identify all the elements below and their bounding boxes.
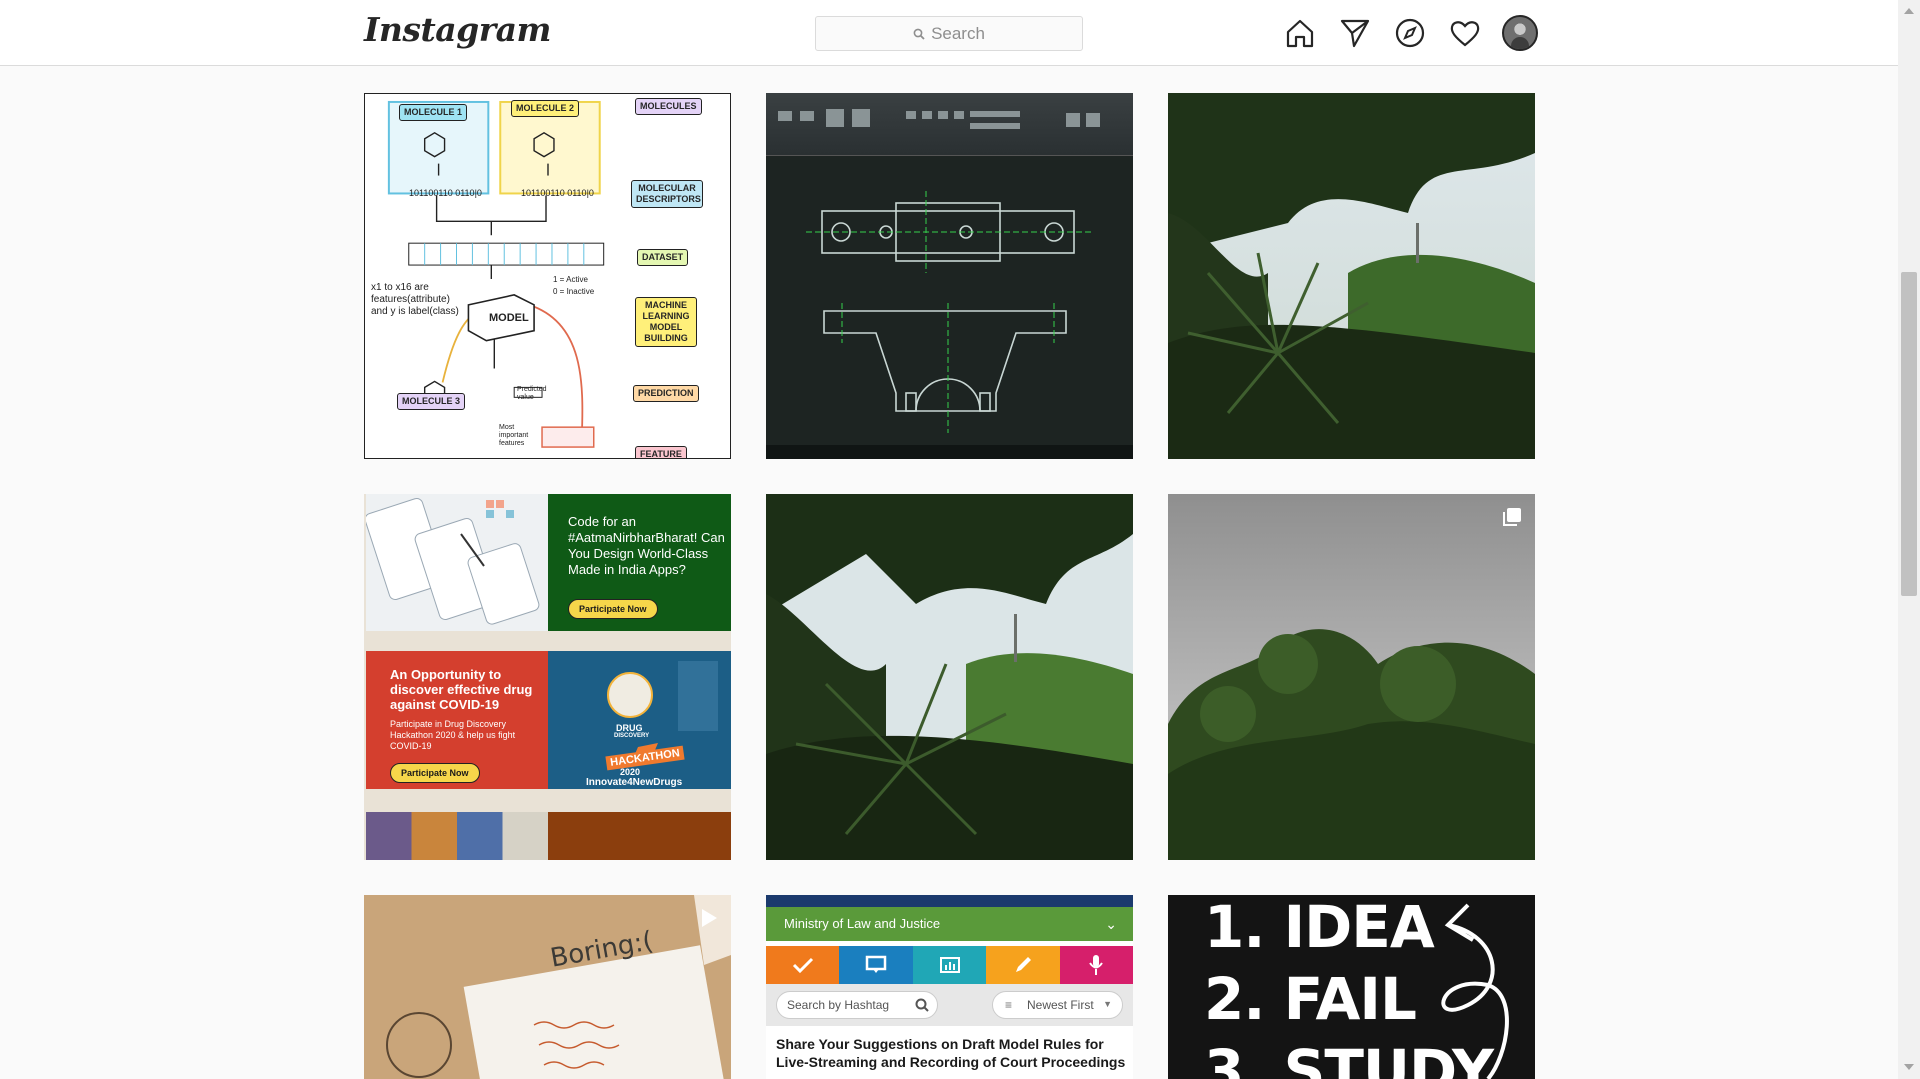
ad-participate-button-top[interactable]: Participate Now — [568, 599, 658, 619]
ad-red-panel: An Opportunity to discover effective dru… — [366, 651, 548, 789]
active-note: 1 = Active 0 = Inactive — [553, 275, 595, 296]
activity-heart-icon[interactable] — [1449, 17, 1481, 49]
home-icon[interactable] — [1284, 17, 1316, 49]
post-tile-cad-drawing[interactable] — [766, 93, 1133, 459]
carousel-multiple-icon — [1503, 508, 1521, 526]
sort-lines-icon: ≡ — [1005, 998, 1013, 1012]
top-navigation-bar: Instagram Search — [0, 0, 1898, 66]
features-note: x1 to x16 are features(attribute) and y … — [371, 282, 459, 317]
search-placeholder: Search — [931, 23, 985, 43]
portal-post-title: Share Your Suggestions on Draft Model Ru… — [776, 1036, 1126, 1070]
post-tile-palm-trees-2[interactable] — [766, 494, 1133, 860]
ad-design-photo — [364, 494, 548, 631]
video-play-icon — [702, 909, 717, 927]
label-molecules: MOLECULES — [635, 98, 702, 115]
ad-participate-button-bottom[interactable]: Participate Now — [390, 763, 480, 783]
label-model: MODEL — [489, 312, 529, 324]
post-tile-palm-trees[interactable] — [1168, 93, 1535, 459]
tab-mic-icon — [1059, 946, 1133, 984]
post-tile-hackathon-ad[interactable]: Code for an #AatmaNirbharBharat! Can You… — [364, 494, 731, 860]
bit-string-2: 101100110 0110|0 — [521, 188, 594, 198]
hashtag-search-placeholder: Search by Hashtag — [787, 998, 890, 1012]
direct-message-icon[interactable] — [1339, 17, 1371, 49]
tab-chart-icon — [912, 946, 987, 984]
explore-compass-icon[interactable] — [1394, 17, 1426, 49]
search-icon — [915, 998, 929, 1012]
hashtag-search-input[interactable]: Search by Hashtag — [776, 991, 938, 1019]
tab-pencil-icon — [986, 946, 1060, 984]
label-molecule-3: MOLECULE 3 — [397, 393, 466, 410]
ad-blue-panel: DRUG DISCOVERY HACKATHON 2020 Innovate4N… — [548, 651, 731, 789]
search-input[interactable]: Search — [815, 16, 1083, 51]
palm-trees-photo — [1168, 93, 1535, 459]
post-tile-idea-fail-study[interactable]: 1. IDEA 2. FAIL 3. STUDY — [1168, 895, 1535, 1079]
label-feature: FEATURE — [635, 446, 687, 458]
label-ml-model-building: MACHINE LEARNING MODEL BUILDING — [635, 297, 697, 347]
post-tile-cloudy-trees[interactable] — [1168, 494, 1535, 860]
ad-drug-label: DRUG — [616, 723, 643, 733]
label-molecule-2: MOLECULE 2 — [511, 100, 580, 117]
post-tile-handwriting-video[interactable]: Boring:( — [364, 895, 731, 1079]
ad-bottom-headline: An Opportunity to discover effective dru… — [390, 667, 533, 712]
portal-tab-strip — [766, 946, 1133, 984]
bit-string-1: 101100110 0110|0 — [409, 188, 482, 198]
caret-down-icon: ▼ — [1103, 999, 1112, 1009]
label-dataset: DATASET — [637, 249, 689, 266]
instagram-logo[interactable]: Instagram — [364, 10, 551, 49]
post-tile-gov-portal[interactable]: Ministry of Law and Justice ⌄ Search by … — [766, 895, 1133, 1079]
portal-top-strip — [766, 895, 1133, 907]
ad-top-headline: Code for an #AatmaNirbharBharat! Can You… — [568, 514, 725, 577]
predicted-value-note: Predicted value — [517, 386, 547, 401]
ministry-band: Ministry of Law and Justice ⌄ — [766, 907, 1133, 941]
ministry-name: Ministry of Law and Justice — [784, 916, 941, 931]
ad-tagline: Innovate4NewDrugs — [586, 777, 683, 788]
cad-drawing-art — [778, 109, 1100, 433]
cad-command-line — [766, 445, 1133, 459]
sort-dropdown[interactable]: ≡ Newest First ▼ — [992, 991, 1123, 1019]
palm-trees-2-photo — [766, 494, 1133, 860]
scroll-down-arrow-icon[interactable] — [1904, 1064, 1914, 1070]
page-scrollbar[interactable] — [1898, 0, 1920, 1079]
ad-photo-strip — [366, 812, 548, 860]
chevron-down-icon: ⌄ — [1105, 916, 1117, 932]
scrollbar-thumb[interactable] — [1901, 272, 1917, 596]
important-features-note: Most important features — [499, 424, 529, 447]
sort-selected-value: Newest First — [1027, 998, 1094, 1012]
tab-discussion-icon — [839, 946, 913, 984]
post-tile-ml-infographic[interactable]: MOLECULE 1 MOLECULE 2 101100110 0110|0 1… — [364, 93, 731, 459]
ad-green-panel: Code for an #AatmaNirbharBharat! Can You… — [548, 494, 731, 631]
ad-discovery-label: DISCOVERY — [614, 733, 650, 739]
cloudy-trees-photo — [1168, 494, 1535, 860]
ad-year-label: 2020 — [620, 767, 641, 777]
scroll-up-arrow-icon[interactable] — [1904, 8, 1914, 14]
label-molecular-descriptors: MOLECULAR DESCRIPTORS — [631, 180, 703, 208]
loop-arrow-graphic — [1441, 903, 1509, 1079]
handwriting-photo — [364, 895, 731, 1079]
label-molecule-1: MOLECULE 1 — [399, 104, 468, 121]
profile-avatar[interactable] — [1502, 15, 1538, 51]
search-icon — [913, 28, 925, 40]
ad-bottom-subtext: Participate in Drug Discovery Hackathon … — [390, 719, 516, 751]
label-prediction: PREDICTION — [633, 385, 699, 402]
tab-check-icon — [766, 946, 840, 984]
ad-brown-panel — [548, 812, 731, 860]
